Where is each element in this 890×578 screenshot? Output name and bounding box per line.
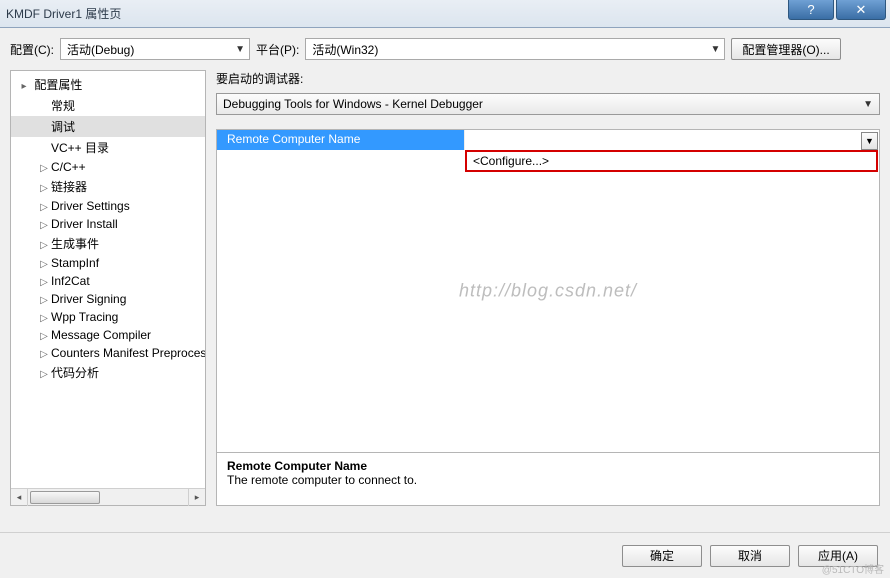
chevron-right-icon: ▷ (39, 240, 49, 251)
scroll-right-icon[interactable]: ▸ (188, 489, 205, 506)
bottom-button-bar: 确定 取消 应用(A) (0, 532, 890, 578)
tree-item[interactable]: ▷Counters Manifest Preprocessor (11, 344, 205, 362)
close-button[interactable]: ✕ (836, 0, 886, 20)
chevron-right-icon: ▷ (39, 313, 49, 324)
tree-item[interactable]: VC++ 目录 (11, 137, 205, 158)
help-title: Remote Computer Name (227, 459, 869, 473)
platform-select[interactable]: 活动(Win32) ▼ (305, 38, 725, 60)
tree-item-label: 链接器 (51, 180, 87, 194)
value-dropdown-button[interactable]: ▼ (861, 132, 878, 150)
configure-option-label: <Configure...> (473, 154, 549, 168)
chevron-right-icon: ▷ (39, 349, 49, 360)
chevron-right-icon: ▷ (39, 295, 49, 306)
help-desc: The remote computer to connect to. (227, 473, 869, 487)
ok-label: 确定 (650, 547, 674, 564)
chevron-right-icon: ▷ (39, 331, 49, 342)
chevron-down-icon: ▼ (865, 136, 874, 146)
cancel-button[interactable]: 取消 (710, 545, 790, 567)
tree-item-label: 生成事件 (51, 237, 99, 251)
titlebar-buttons: ? ✕ (788, 0, 890, 27)
scroll-thumb[interactable] (30, 491, 100, 504)
grid-row-value-cell[interactable]: ▼ (465, 130, 879, 150)
config-manager-label: 配置管理器(O)... (742, 41, 829, 58)
grid-row-label: Remote Computer Name (217, 130, 465, 150)
debugger-row: 要启动的调试器: Debugging Tools for Windows - K… (216, 70, 880, 115)
tree-item-label: Counters Manifest Preprocessor (51, 346, 205, 360)
config-manager-button[interactable]: 配置管理器(O)... (731, 38, 840, 60)
tree-item-label: StampInf (51, 256, 99, 270)
config-label: 配置(C): (10, 41, 54, 58)
tree-root-label: 配置属性 (34, 78, 82, 92)
chevron-down-icon: ▼ (235, 44, 245, 55)
platform-value: 活动(Win32) (312, 41, 378, 58)
tree-item[interactable]: 常规 (11, 95, 205, 116)
help-icon: ? (807, 2, 814, 17)
tree-item-label: Wpp Tracing (51, 310, 118, 324)
ok-button[interactable]: 确定 (622, 545, 702, 567)
chevron-right-icon: ▷ (39, 183, 49, 194)
debugger-value: Debugging Tools for Windows - Kernel Deb… (223, 97, 483, 111)
config-value: 活动(Debug) (67, 41, 134, 58)
titlebar: KMDF Driver1 属性页 ? ✕ (0, 0, 890, 28)
tree-item[interactable]: ▷Wpp Tracing (11, 308, 205, 326)
chevron-right-icon: ▷ (39, 259, 49, 270)
tree-item-label: 常规 (51, 99, 75, 113)
content-area: ▸ 配置属性 常规调试VC++ 目录▷C/C++▷链接器▷Driver Sett… (0, 70, 890, 506)
debugger-label: 要启动的调试器: (216, 70, 880, 87)
tree-item[interactable]: ▷代码分析 (11, 362, 205, 383)
chevron-right-icon: ▷ (39, 163, 49, 174)
apply-button[interactable]: 应用(A) (798, 545, 878, 567)
chevron-down-icon: ▸ (19, 81, 29, 92)
tree-item[interactable]: ▷链接器 (11, 176, 205, 197)
tree-item-label: Inf2Cat (51, 274, 90, 288)
tree-item[interactable]: ▷Message Compiler (11, 326, 205, 344)
tree-item-label: VC++ 目录 (51, 141, 109, 155)
config-toolbar: 配置(C): 活动(Debug) ▼ 平台(P): 活动(Win32) ▼ 配置… (0, 28, 890, 70)
scroll-left-icon[interactable]: ◂ (11, 489, 28, 506)
tree-item[interactable]: 调试 (11, 116, 205, 137)
chevron-right-icon: ▷ (39, 202, 49, 213)
platform-label: 平台(P): (256, 41, 299, 58)
tree-item[interactable]: ▷StampInf (11, 254, 205, 272)
tree-panel: ▸ 配置属性 常规调试VC++ 目录▷C/C++▷链接器▷Driver Sett… (10, 70, 206, 506)
tree: ▸ 配置属性 常规调试VC++ 目录▷C/C++▷链接器▷Driver Sett… (11, 71, 205, 488)
help-box: Remote Computer Name The remote computer… (216, 452, 880, 506)
debugger-select[interactable]: Debugging Tools for Windows - Kernel Deb… (216, 93, 880, 115)
configure-dropdown-option[interactable]: <Configure...> (465, 150, 878, 172)
chevron-right-icon: ▷ (39, 220, 49, 231)
config-select[interactable]: 活动(Debug) ▼ (60, 38, 250, 60)
tree-item-label: C/C++ (51, 160, 86, 174)
tree-item-label: 代码分析 (51, 366, 99, 380)
tree-horizontal-scrollbar[interactable]: ◂ ▸ (11, 488, 205, 505)
cancel-label: 取消 (738, 547, 762, 564)
grid-row-remote-computer[interactable]: Remote Computer Name ▼ (217, 130, 879, 150)
chevron-down-icon: ▼ (863, 99, 873, 110)
tree-item[interactable]: ▷C/C++ (11, 158, 205, 176)
tree-item-label: Driver Settings (51, 199, 130, 213)
tree-item[interactable]: ▷Driver Install (11, 215, 205, 233)
tree-item[interactable]: ▷生成事件 (11, 233, 205, 254)
tree-item-label: Driver Install (51, 217, 118, 231)
tree-root[interactable]: ▸ 配置属性 (11, 74, 205, 95)
right-panel: 要启动的调试器: Debugging Tools for Windows - K… (216, 70, 880, 506)
tree-item[interactable]: ▷Driver Settings (11, 197, 205, 215)
property-grid: Remote Computer Name ▼ <Configure...> ht… (216, 129, 880, 453)
chevron-right-icon: ▷ (39, 277, 49, 288)
tree-item-label: Driver Signing (51, 292, 126, 306)
chevron-down-icon: ▼ (710, 44, 720, 55)
help-button[interactable]: ? (788, 0, 834, 20)
chevron-right-icon: ▷ (39, 369, 49, 380)
close-icon: ✕ (856, 2, 867, 18)
apply-label: 应用(A) (818, 547, 858, 564)
window-title: KMDF Driver1 属性页 (6, 5, 121, 22)
watermark: http://blog.csdn.net/ (459, 281, 637, 302)
tree-item[interactable]: ▷Driver Signing (11, 290, 205, 308)
tree-item-label: 调试 (51, 120, 75, 134)
tree-item-label: Message Compiler (51, 328, 151, 342)
tree-item[interactable]: ▷Inf2Cat (11, 272, 205, 290)
